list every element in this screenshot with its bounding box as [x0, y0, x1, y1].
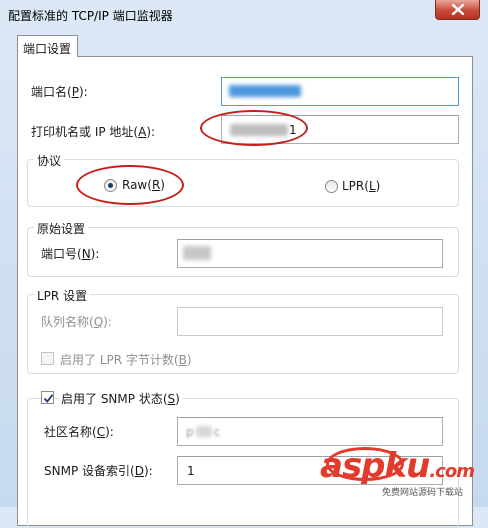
- lpr-settings-title: LPR 设置: [34, 287, 91, 304]
- close-button[interactable]: [435, 0, 480, 20]
- protocol-group-title: 协议: [34, 152, 65, 169]
- snmp-enabled-label: 启用了 SNMP 状态(S): [59, 390, 182, 407]
- window-title: 配置标准的 TCP/IP 端口监视器: [8, 9, 173, 23]
- snmp-enabled-checkbox[interactable]: [41, 391, 54, 404]
- highlight-ellipse-address: [200, 110, 308, 146]
- lpr-label: LPR(L): [342, 179, 381, 193]
- tab-port-settings[interactable]: 端口设置: [17, 35, 78, 57]
- port-number-label: 端口号(N):: [41, 247, 100, 261]
- snmp-device-index-label: SNMP 设备索引(D):: [44, 464, 153, 478]
- highlight-ellipse-raw: [76, 165, 184, 205]
- community-name-input[interactable]: p c: [177, 417, 443, 446]
- title-bar: 配置标准的 TCP/IP 端口监视器: [0, 0, 488, 30]
- watermark-logo: aspku.com: [320, 446, 475, 486]
- lpr-byte-counting-label: 启用了 LPR 字节计数(B): [60, 353, 192, 367]
- port-name-label: 端口名(P):: [31, 85, 88, 99]
- community-name-label: 社区名称(C):: [44, 425, 114, 439]
- lpr-radio[interactable]: [325, 180, 338, 193]
- redacted-port-number: [183, 246, 211, 260]
- queue-name-input[interactable]: [177, 307, 443, 336]
- watermark-subtext: 免费网站源码下载站: [382, 488, 464, 498]
- checkmark-icon: [43, 394, 54, 403]
- community-value-end: c: [214, 425, 221, 439]
- port-number-input[interactable]: [177, 239, 443, 268]
- redacted-community: [196, 426, 212, 437]
- redacted-port-name: [229, 85, 301, 97]
- printer-address-label: 打印机名或 IP 地址(A):: [31, 125, 156, 139]
- close-icon: [451, 4, 465, 15]
- lpr-byte-counting-checkbox[interactable]: [41, 352, 54, 365]
- community-value-start: p: [186, 425, 194, 439]
- queue-name-label: 队列名称(Q):: [41, 315, 112, 329]
- raw-settings-title: 原始设置: [34, 220, 89, 237]
- port-name-input[interactable]: [221, 77, 459, 106]
